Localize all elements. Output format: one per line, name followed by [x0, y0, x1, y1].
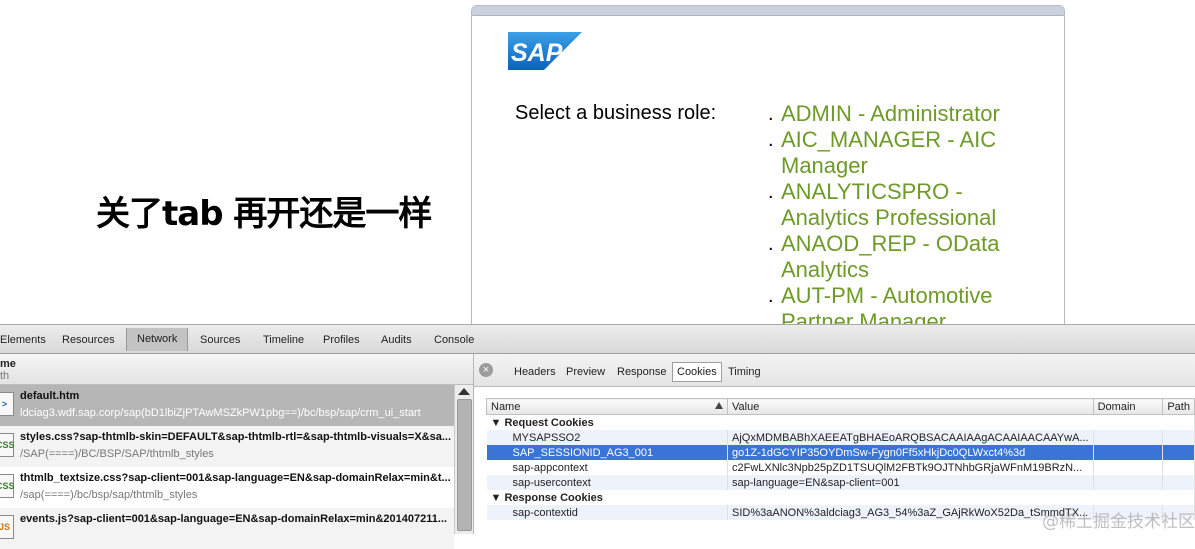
cookie-value: SID%3aANON%3aldciag3_AG3_54%3aZ_GAjRkWoX…: [727, 505, 1094, 520]
column-header-value[interactable]: Value: [727, 398, 1094, 415]
watermark: @稀土掘金技术社区: [1042, 512, 1195, 532]
cookie-value: sap-language=EN&sap-client=001: [727, 475, 1094, 490]
tab-audits[interactable]: Audits: [371, 329, 422, 351]
svg-text:SAP: SAP: [511, 39, 563, 67]
column-header-domain[interactable]: Domain: [1092, 398, 1164, 415]
request-row[interactable]: > default.htm ldciag3.wdf.sap.corp/sap(b…: [0, 385, 454, 426]
sap-logo: SAP: [508, 32, 582, 70]
column-header-name[interactable]: Name: [486, 398, 728, 415]
tab-profiles[interactable]: Profiles: [313, 329, 370, 351]
response-cookies-group[interactable]: ▼ Response Cookies: [486, 490, 1195, 505]
role-link-anaod-rep[interactable]: ANAOD_REP - OData Analytics: [781, 231, 999, 282]
cookie-name: sap-appcontext: [486, 460, 728, 475]
request-row[interactable]: CSS thtmlb_textsize.css?sap-client=001&s…: [0, 467, 454, 508]
sort-ascending-icon: [715, 402, 723, 409]
role-item-aic-manager: . AIC_MANAGER - AIC Manager: [768, 127, 997, 178]
cookie-value: AjQxMDMBABhXAEEATgBHAEoARQBSACAAIAAgACAA…: [727, 430, 1094, 445]
page-top-bar: [472, 6, 1064, 16]
scrollbar-thumb[interactable]: [457, 399, 472, 531]
request-path: ldciag3.wdf.sap.corp/sap(bD1lbiZjPTAwMSZ…: [20, 407, 421, 419]
cookie-value: c2FwLXNlc3Npb25pZD1TSUQlM2FBTk9OJTNhbGRj…: [727, 460, 1094, 475]
request-name: styles.css?sap-thtmlb-skin=DEFAULT&sap-t…: [20, 431, 452, 443]
role-item-analyticspro: . ANALYTICSPRO - Analytics Professional: [768, 179, 997, 230]
request-path: /SAP(====)/BC/BSP/SAP/thtmlb_styles: [20, 448, 214, 460]
tab-sources[interactable]: Sources: [190, 329, 250, 351]
request-name: thtmlb_textsize.css?sap-client=001&sap-l…: [20, 472, 451, 484]
tab-timing[interactable]: Timing: [728, 363, 761, 381]
role-link-aic-manager[interactable]: AIC_MANAGER - AIC Manager: [781, 127, 996, 178]
expand-triangle-icon: ▼: [490, 416, 505, 429]
role-list: . ADMIN - Administrator . AIC_MANAGER - AI…: [768, 101, 1008, 328]
request-list-header[interactable]: me th: [0, 354, 473, 385]
cookie-name: SAP_SESSIONID_AG3_001: [486, 445, 728, 460]
tab-headers[interactable]: Headers: [514, 363, 556, 381]
cookies-table: Name Value Domain Path ▼ Request Cookies…: [486, 398, 1195, 520]
document-icon: >: [0, 392, 14, 416]
cookie-name: sap-usercontext: [486, 475, 728, 490]
tab-cookies[interactable]: Cookies: [672, 362, 722, 382]
stylesheet-icon: CSS: [0, 433, 15, 457]
close-icon[interactable]: ×: [479, 363, 493, 377]
tab-network[interactable]: Network: [126, 328, 189, 351]
script-icon: JS: [0, 515, 14, 539]
cookie-row[interactable]: sap-usercontext sap-language=EN&sap-clie…: [486, 475, 1195, 490]
tab-console[interactable]: Console: [424, 329, 484, 351]
cookies-table-header: Name Value Domain Path: [486, 398, 1195, 415]
column-header-path[interactable]: Path: [1162, 398, 1195, 415]
request-path: /sap(====)/bc/bsp/sap/thtmlb_styles: [20, 489, 198, 501]
request-row[interactable]: JS events.js?sap-client=001&sap-language…: [0, 508, 454, 549]
role-item-admin: . ADMIN - Administrator: [768, 101, 1000, 126]
request-cookies-group[interactable]: ▼ Request Cookies: [486, 414, 1195, 430]
request-list-scrollbar[interactable]: [454, 385, 473, 534]
role-item-aut-pm: . AUT-PM - Automotive Partner Manager: [768, 283, 1008, 328]
tab-elements[interactable]: Elements: [0, 329, 56, 351]
tab-timeline[interactable]: Timeline: [253, 329, 314, 351]
role-link-admin[interactable]: ADMIN - Administrator: [781, 101, 1000, 126]
tab-response[interactable]: Response: [617, 363, 667, 381]
devtools-toolbar: Elements Resources Network Sources Timel…: [0, 325, 1195, 354]
request-row[interactable]: CSS styles.css?sap-thtmlb-skin=DEFAULT&s…: [0, 426, 454, 467]
role-link-analyticspro[interactable]: ANALYTICSPRO - Analytics Professional: [781, 179, 996, 230]
scroll-up-arrow-icon[interactable]: [458, 388, 470, 395]
sap-role-selection-page: SAP Select a business role: . ADMIN - Adm…: [471, 5, 1065, 329]
stylesheet-icon: CSS: [0, 474, 15, 498]
cookie-value: go1Z-1dGCYIP35OYDmSw-Fygn0Ff5xHkjDc0QLWx…: [727, 445, 1094, 460]
cookie-name: MYSAPSSO2: [486, 430, 728, 445]
request-name: events.js?sap-client=001&sap-language=EN…: [20, 513, 448, 525]
cookie-name: sap-contextid: [486, 505, 728, 520]
cookie-row[interactable]: sap-appcontext c2FwLXNlc3Npb25pZD1TSUQlM…: [486, 460, 1195, 475]
column-path-header: th: [0, 370, 10, 382]
role-link-aut-pm[interactable]: AUT-PM - Automotive Partner Manager: [781, 283, 993, 328]
expand-triangle-icon: ▼: [490, 491, 505, 504]
detail-tabs: × Headers Preview Response Cookies Timin…: [474, 354, 1195, 387]
cookie-row-selected[interactable]: SAP_SESSIONID_AG3_001 go1Z-1dGCYIP35OYDm…: [486, 445, 1195, 460]
column-name-header: me: [0, 358, 16, 370]
cookie-row[interactable]: MYSAPSSO2 AjQxMDMBABhXAEEATgBHAEoARQBSAC…: [486, 430, 1195, 445]
annotation-text: 关了tab 再开还是一样: [96, 194, 432, 234]
tab-preview[interactable]: Preview: [566, 363, 605, 381]
devtools-panel: Elements Resources Network Sources Timel…: [0, 324, 1195, 549]
role-label: Select a business role:: [515, 102, 717, 124]
request-name: default.htm: [20, 390, 80, 402]
role-item-anaod-rep: . ANAOD_REP - OData Analytics: [768, 231, 1000, 282]
request-list-pane: me th > default.htm ldciag3.wdf.sap.corp…: [0, 354, 474, 549]
tab-resources[interactable]: Resources: [52, 329, 125, 351]
